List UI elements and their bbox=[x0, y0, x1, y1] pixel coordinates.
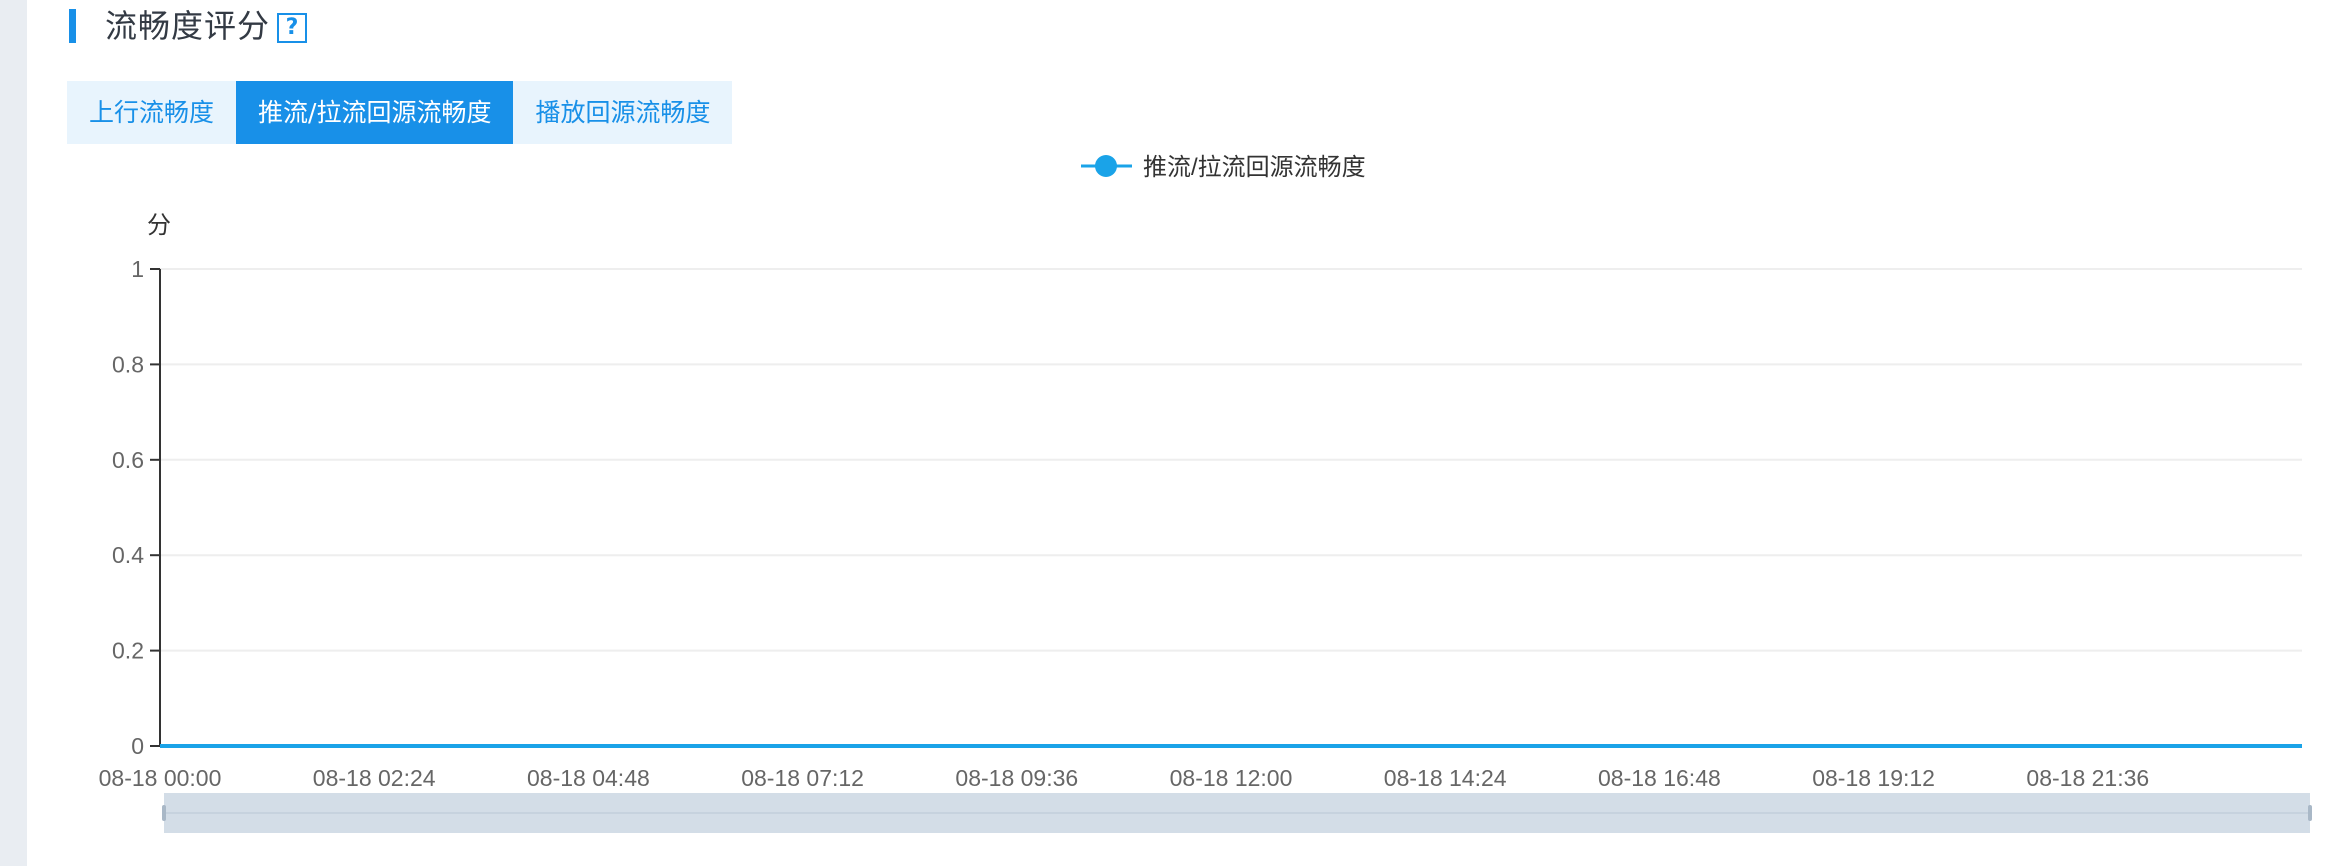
tab-playback-origin-smoothness[interactable]: 播放回源流畅度 bbox=[513, 81, 733, 144]
x-axis-ticks: 08-18 00:00 08-18 02:24 08-18 04:48 08-18 0… bbox=[99, 765, 2150, 791]
x-tick-label: 08-18 04:48 bbox=[527, 765, 650, 791]
x-tick-label: 08-18 14:24 bbox=[1384, 765, 1507, 791]
chart-tabs: 上行流畅度 推流/拉流回源流畅度 播放回源流畅度 bbox=[67, 81, 733, 144]
section-accent-bar bbox=[69, 9, 76, 43]
help-icon[interactable]: ? bbox=[277, 13, 307, 43]
zoom-handle-left[interactable] bbox=[162, 805, 166, 821]
x-tick-label: 08-18 12:00 bbox=[1170, 765, 1293, 791]
y-tick-label: 0.6 bbox=[112, 447, 144, 473]
grid-lines bbox=[160, 268, 2302, 652]
y-tick-label: 0.4 bbox=[112, 542, 144, 568]
x-tick-label: 08-18 02:24 bbox=[313, 765, 436, 791]
y-tick-label: 1 bbox=[131, 256, 144, 282]
zoom-handle-right[interactable] bbox=[2308, 805, 2312, 821]
legend-dot-marker bbox=[1095, 155, 1117, 177]
data-zoom-slider[interactable] bbox=[162, 793, 2312, 833]
tab-upstream-smoothness[interactable]: 上行流畅度 bbox=[67, 81, 237, 144]
y-tick-label: 0.8 bbox=[112, 351, 144, 377]
y-tick-label: 0.2 bbox=[112, 638, 144, 664]
y-axis-label: 分 bbox=[147, 212, 171, 239]
x-tick-label: 08-18 19:12 bbox=[1812, 765, 1935, 791]
section-title: 流畅度评分 bbox=[105, 7, 271, 45]
tab-origin-pull-smoothness[interactable]: 推流/拉流回源流畅度 bbox=[236, 81, 514, 144]
x-tick-label: 08-18 07:12 bbox=[741, 765, 864, 791]
y-tick-label: 0 bbox=[131, 733, 144, 759]
x-tick-label: 08-18 16:48 bbox=[1598, 765, 1721, 791]
x-tick-label: 08-18 21:36 bbox=[2026, 765, 2149, 791]
legend-label: 推流/拉流回源流畅度 bbox=[1143, 154, 1366, 181]
chart-legend[interactable]: 推流/拉流回源流畅度 bbox=[1081, 154, 1366, 181]
y-axis-ticks: 0 0.2 0.4 0.6 0.8 1 bbox=[112, 256, 160, 759]
smoothness-line-chart: 推流/拉流回源流畅度 分 00.20.40.60.81 08-18 00:00 0… bbox=[99, 154, 2312, 833]
x-tick-label: 08-18 00:00 bbox=[99, 765, 222, 791]
x-tick-label: 08-18 09:36 bbox=[955, 765, 1078, 791]
